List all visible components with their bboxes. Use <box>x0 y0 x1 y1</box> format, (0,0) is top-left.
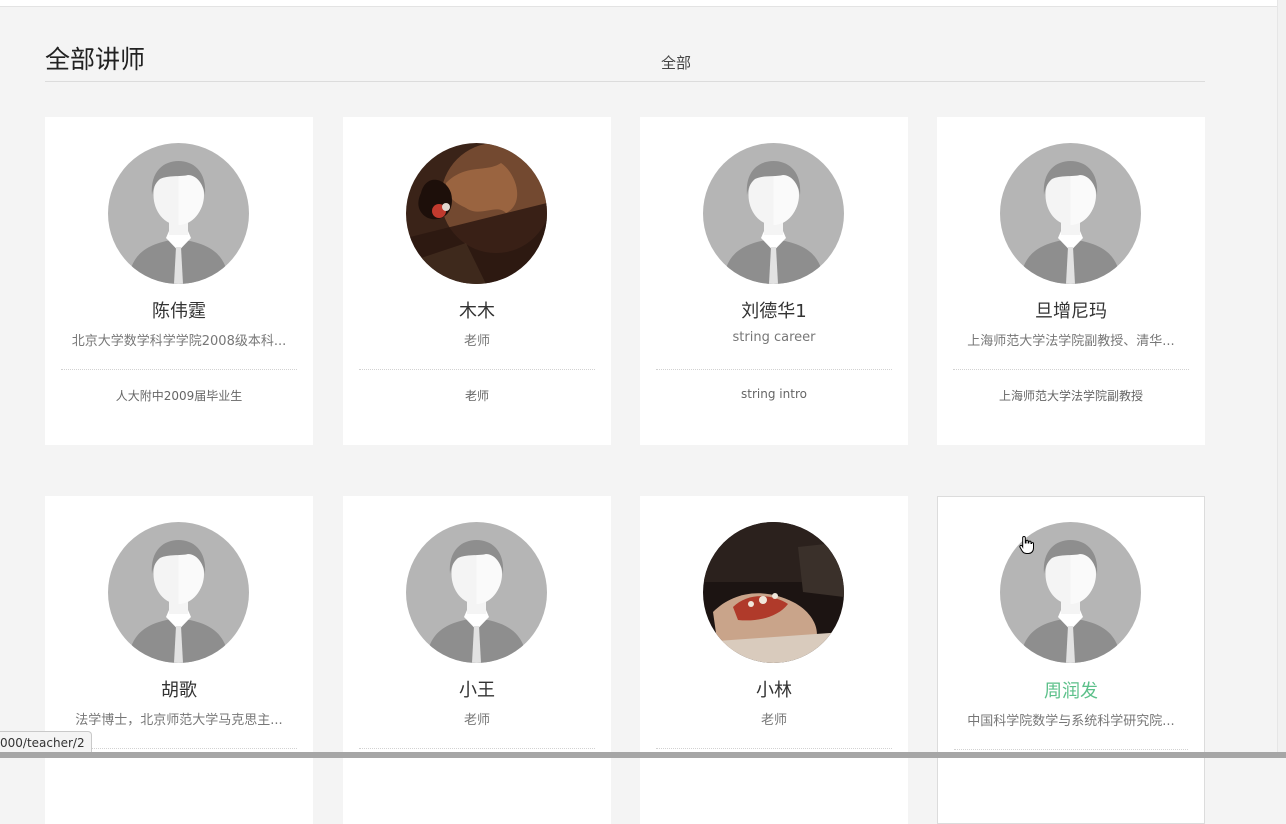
teacher-intro: 人大附中2009届毕业生 <box>115 389 243 403</box>
teacher-name[interactable]: 旦增尼玛 <box>937 297 1205 323</box>
teacher-career: 老师 <box>760 713 787 728</box>
teacher-name[interactable]: 小王 <box>343 676 611 702</box>
teacher-name[interactable]: 陈伟霆 <box>45 297 313 323</box>
teacher-name[interactable]: 刘德华1 <box>640 297 908 323</box>
teacher-card[interactable]: 小林 老师 <box>640 496 908 824</box>
teacher-intro: string intro <box>741 387 807 401</box>
teacher-card[interactable]: 刘德华1 string career string intro <box>640 117 908 445</box>
divider <box>953 369 1189 370</box>
section-header: 全部讲师 全部 <box>45 44 1205 82</box>
teacher-card[interactable]: 木木 老师 老师 <box>343 117 611 445</box>
filter-all-tab[interactable]: 全部 <box>661 52 691 73</box>
photo-avatar <box>703 522 844 663</box>
hand-pointer-icon <box>1018 535 1036 555</box>
page-title: 全部讲师 <box>45 45 146 74</box>
default-avatar-icon <box>406 522 547 663</box>
top-border <box>0 0 1286 7</box>
teacher-career: string career <box>732 330 816 345</box>
teacher-card[interactable]: 陈伟霆 北京大学数学科学学院2008级本科... 人大附中2009届毕业生 <box>45 117 313 445</box>
divider <box>61 369 297 370</box>
default-avatar-icon <box>108 143 249 284</box>
divider <box>656 748 892 749</box>
teacher-card[interactable]: 旦增尼玛 上海师范大学法学院副教授、清华... 上海师范大学法学院副教授 <box>937 117 1205 445</box>
bottom-strip <box>0 752 1286 758</box>
teacher-name[interactable]: 胡歌 <box>45 676 313 702</box>
default-avatar-icon <box>703 143 844 284</box>
teacher-career: 老师 <box>463 713 490 728</box>
vertical-scrollbar[interactable] <box>1277 0 1286 758</box>
default-avatar-icon <box>1000 143 1141 284</box>
teacher-card[interactable]: 小王 老师 <box>343 496 611 824</box>
teacher-name[interactable]: 小林 <box>640 676 908 702</box>
teacher-intro: 老师 <box>464 389 489 403</box>
teacher-career: 法学博士，北京师范大学马克思主... <box>75 713 283 728</box>
teacher-career: 老师 <box>463 334 490 349</box>
teacher-career: 上海师范大学法学院副教授、清华... <box>967 334 1175 349</box>
divider <box>656 369 892 370</box>
divider <box>954 749 1188 750</box>
teacher-card-hovered[interactable]: 周润发 中国科学院数学与系统科学研究院... <box>937 496 1205 824</box>
teacher-name[interactable]: 周润发 <box>938 677 1204 703</box>
default-avatar-icon <box>108 522 249 663</box>
divider <box>61 748 297 749</box>
photo-avatar <box>406 143 547 284</box>
teacher-intro: 上海师范大学法学院副教授 <box>998 389 1143 403</box>
teacher-career: 中国科学院数学与系统科学研究院... <box>967 714 1175 729</box>
divider <box>359 748 595 749</box>
teacher-career: 北京大学数学科学学院2008级本科... <box>71 334 287 349</box>
teacher-card[interactable]: 胡歌 法学博士，北京师范大学马克思主... <box>45 496 313 824</box>
divider <box>359 369 595 370</box>
teacher-name[interactable]: 木木 <box>343 297 611 323</box>
